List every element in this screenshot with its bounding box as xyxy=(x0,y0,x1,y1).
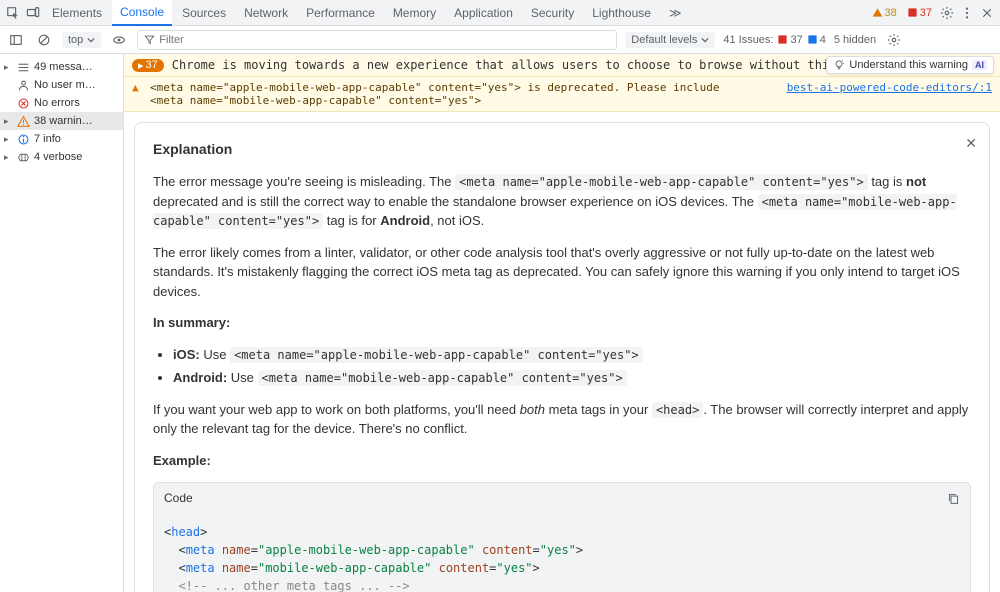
card-paragraph-2: The error likely comes from a linter, va… xyxy=(153,243,971,302)
banner-count: 37 xyxy=(146,59,158,71)
sidebar-info[interactable]: ▸7 info xyxy=(0,130,123,148)
issues-summary[interactable]: 41 Issues: 37 4 xyxy=(723,34,826,46)
tab-console[interactable]: Console xyxy=(112,0,172,26)
user-icon xyxy=(16,78,30,92)
error-count-value: 37 xyxy=(920,7,932,19)
sidebar-user-label: No user m… xyxy=(34,79,96,91)
ai-badge: AI xyxy=(972,60,987,70)
filter-icon xyxy=(144,34,155,45)
error-icon xyxy=(16,96,30,110)
levels-label: Default levels xyxy=(631,34,697,46)
hidden-count[interactable]: 5 hidden xyxy=(834,34,876,46)
clear-console-icon[interactable] xyxy=(34,30,54,50)
console-toolbar: top Default levels 41 Issues: 37 4 5 hid… xyxy=(0,26,1000,54)
messages-icon xyxy=(16,60,30,74)
sidebar-warnings-label: 38 warnin… xyxy=(34,115,93,127)
sidebar-errors[interactable]: No errors xyxy=(0,94,123,112)
warning-source-link[interactable]: best-ai-powered-code-editors/:1 xyxy=(787,81,992,94)
card-paragraph-3: If you want your web app to work on both… xyxy=(153,400,971,439)
tab-application[interactable]: Application xyxy=(446,0,521,26)
context-selector[interactable]: top xyxy=(62,32,101,48)
lightbulb-icon xyxy=(833,59,845,71)
tab-performance[interactable]: Performance xyxy=(298,0,383,26)
console-settings-icon[interactable] xyxy=(884,30,904,50)
row-warning-icon: ▲ xyxy=(132,81,144,94)
banner-message: Chrome is moving towards a new experienc… xyxy=(172,58,829,72)
settings-icon[interactable] xyxy=(938,4,956,22)
verbose-icon xyxy=(16,150,30,164)
warning-count[interactable]: 38 xyxy=(868,7,901,19)
warning-count-value: 38 xyxy=(885,7,897,19)
card-paragraph-1: The error message you're seeing is misle… xyxy=(153,172,971,231)
code-label: Code xyxy=(164,489,193,507)
warning-icon xyxy=(16,114,30,128)
issues-info-count: 4 xyxy=(820,34,826,46)
copy-icon[interactable] xyxy=(947,492,960,505)
code-apple-meta: <meta name="apple-mobile-web-app-capable… xyxy=(455,174,868,190)
tabs-overflow[interactable]: ≫ xyxy=(661,0,690,26)
filter-box[interactable] xyxy=(137,30,617,50)
console-warning-row[interactable]: ▲ <meta name="apple-mobile-web-app-capab… xyxy=(124,77,1000,112)
understand-warning-button[interactable]: Understand this warning AI xyxy=(826,56,994,74)
tab-elements[interactable]: Elements xyxy=(44,0,110,26)
sidebar-messages-label: 49 messa… xyxy=(34,61,93,73)
sidebar-verbose-label: 4 verbose xyxy=(34,151,82,163)
summary-list: iOS: Use <meta name="apple-mobile-web-ap… xyxy=(153,345,971,388)
close-devtools-icon[interactable] xyxy=(978,4,996,22)
console-content: ▸ 37 Chrome is moving towards a new expe… xyxy=(124,54,1000,592)
sidebar-errors-label: No errors xyxy=(34,97,80,109)
list-item: iOS: Use <meta name="apple-mobile-web-ap… xyxy=(173,345,971,365)
toggle-sidebar-icon[interactable] xyxy=(6,30,26,50)
sidebar-verbose[interactable]: ▸4 verbose xyxy=(0,148,123,166)
code-header: Code xyxy=(153,482,971,513)
error-count[interactable]: 37 xyxy=(903,7,936,19)
sidebar-warnings[interactable]: ▸38 warnin… xyxy=(0,112,123,130)
card-title: Explanation xyxy=(153,139,971,160)
tab-memory[interactable]: Memory xyxy=(385,0,444,26)
log-levels-selector[interactable]: Default levels xyxy=(625,32,715,48)
sidebar-info-label: 7 info xyxy=(34,133,61,145)
issues-label: 41 Issues: xyxy=(723,34,773,46)
sidebar-messages[interactable]: ▸49 messa… xyxy=(0,58,123,76)
sidebar-user[interactable]: No user m… xyxy=(0,76,123,94)
console-sidebar: ▸49 messa… No user m… No errors ▸38 warn… xyxy=(0,54,124,592)
code-example: <head> <meta name="apple-mobile-web-app-… xyxy=(153,513,971,592)
tab-lighthouse[interactable]: Lighthouse xyxy=(584,0,659,26)
explanation-card: ✕ Explanation The error message you're s… xyxy=(134,122,990,592)
context-label: top xyxy=(68,34,83,46)
warning-text: <meta name="apple-mobile-web-app-capable… xyxy=(150,81,781,107)
tab-sources[interactable]: Sources xyxy=(174,0,234,26)
list-item: Android: Use <meta name="mobile-web-app-… xyxy=(173,368,971,388)
info-icon xyxy=(16,132,30,146)
devtools-tabbar: Elements Console Sources Network Perform… xyxy=(0,0,1000,26)
kebab-menu-icon[interactable] xyxy=(958,4,976,22)
live-expression-icon[interactable] xyxy=(109,30,129,50)
understand-label: Understand this warning xyxy=(849,59,968,71)
device-toggle-icon[interactable] xyxy=(24,4,42,22)
filter-input[interactable] xyxy=(159,34,610,46)
issues-err-count: 37 xyxy=(790,34,802,46)
tab-network[interactable]: Network xyxy=(236,0,296,26)
inspect-icon[interactable] xyxy=(4,4,22,22)
summary-heading: In summary: xyxy=(153,313,971,333)
example-heading: Example: xyxy=(153,451,971,471)
close-icon[interactable]: ✕ xyxy=(965,133,977,154)
tab-security[interactable]: Security xyxy=(523,0,582,26)
banner-count-pill[interactable]: ▸ 37 xyxy=(132,59,164,72)
